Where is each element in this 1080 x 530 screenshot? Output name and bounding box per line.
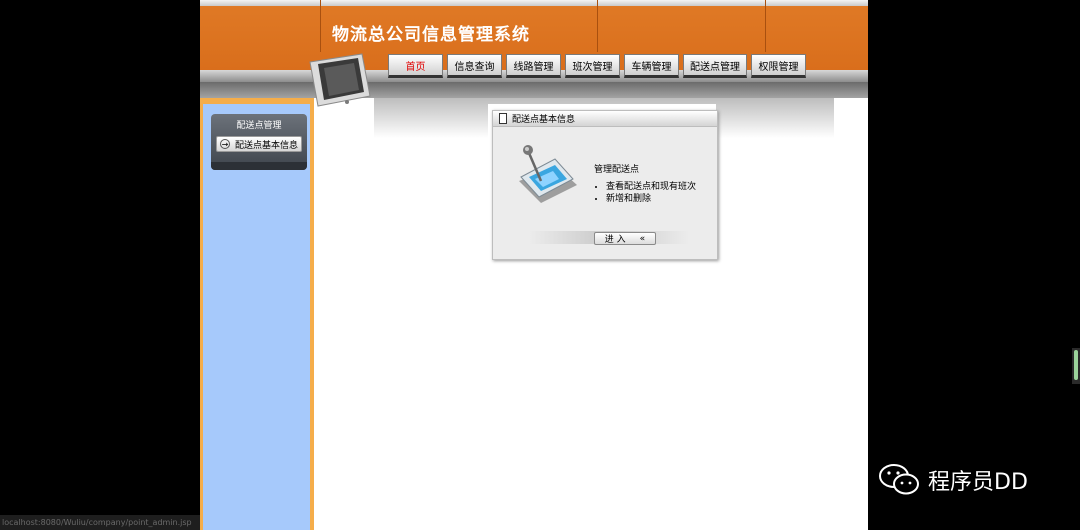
status-bar-url: localhost:8080/Wuliu/company/point_admin… xyxy=(0,515,200,530)
document-icon xyxy=(499,113,507,124)
sidebar-item-label: 配送点基本信息 xyxy=(235,140,299,151)
header-divider xyxy=(765,0,766,52)
list-item: 查看配送点和现有班次 xyxy=(606,181,696,193)
enter-button-label: 进 入 xyxy=(604,235,626,245)
module-card: 配送点基本信息 管理配送点 查看配送点和现有班次 新增和删除 进 入 « xyxy=(492,110,718,260)
tab-route-management[interactable]: 线路管理 xyxy=(506,54,561,78)
sidebar-item-delivery-point-info[interactable]: → 配送点基本信息 xyxy=(216,136,302,152)
header-top-strip xyxy=(200,0,868,6)
card-feature-list: 查看配送点和现有班次 新增和删除 xyxy=(594,181,696,205)
arrow-circle-icon: → xyxy=(220,139,230,149)
tab-info-query[interactable]: 信息查询 xyxy=(447,54,502,78)
enter-button[interactable]: 进 入 « xyxy=(594,232,656,245)
card-header: 配送点基本信息 xyxy=(493,111,717,127)
header-divider xyxy=(320,0,321,52)
sidebar: 配送点管理 → 配送点基本信息 xyxy=(200,98,314,530)
sidebar-panel-footer xyxy=(211,162,307,170)
scrollbar-thumb[interactable] xyxy=(1074,350,1078,380)
list-item: 新增和删除 xyxy=(606,193,696,205)
monitor-icon xyxy=(309,53,371,107)
sidebar-menu-panel: 配送点管理 → 配送点基本信息 xyxy=(211,114,307,170)
tab-delivery-point-management[interactable]: 配送点管理 xyxy=(683,54,747,78)
header-divider xyxy=(597,0,598,52)
app-title: 物流总公司信息管理系统 xyxy=(332,25,530,45)
sidebar-top-bar xyxy=(203,98,310,104)
tab-vehicle-management[interactable]: 车辆管理 xyxy=(624,54,679,78)
app-window: 物流总公司信息管理系统 首页 信息查询 线路管理 班次管理 车辆管理 配送点管理… xyxy=(200,0,868,530)
watermark: 程序员DD xyxy=(878,462,1028,498)
watermark-text: 程序员DD xyxy=(928,470,1028,495)
wechat-icon xyxy=(879,464,919,495)
main-nav: 首页 信息查询 线路管理 班次管理 车辆管理 配送点管理 权限管理 xyxy=(388,54,806,78)
joystick-tablet-icon xyxy=(519,145,577,203)
sidebar-title: 配送点管理 xyxy=(236,121,282,131)
tab-shift-management[interactable]: 班次管理 xyxy=(565,54,620,78)
card-heading: 管理配送点 xyxy=(594,165,640,175)
tab-home[interactable]: 首页 xyxy=(388,54,443,78)
tab-permission-management[interactable]: 权限管理 xyxy=(751,54,806,78)
nav-shadow-band xyxy=(200,82,868,98)
card-title: 配送点基本信息 xyxy=(512,115,576,125)
double-chevron-icon: « xyxy=(639,233,646,244)
